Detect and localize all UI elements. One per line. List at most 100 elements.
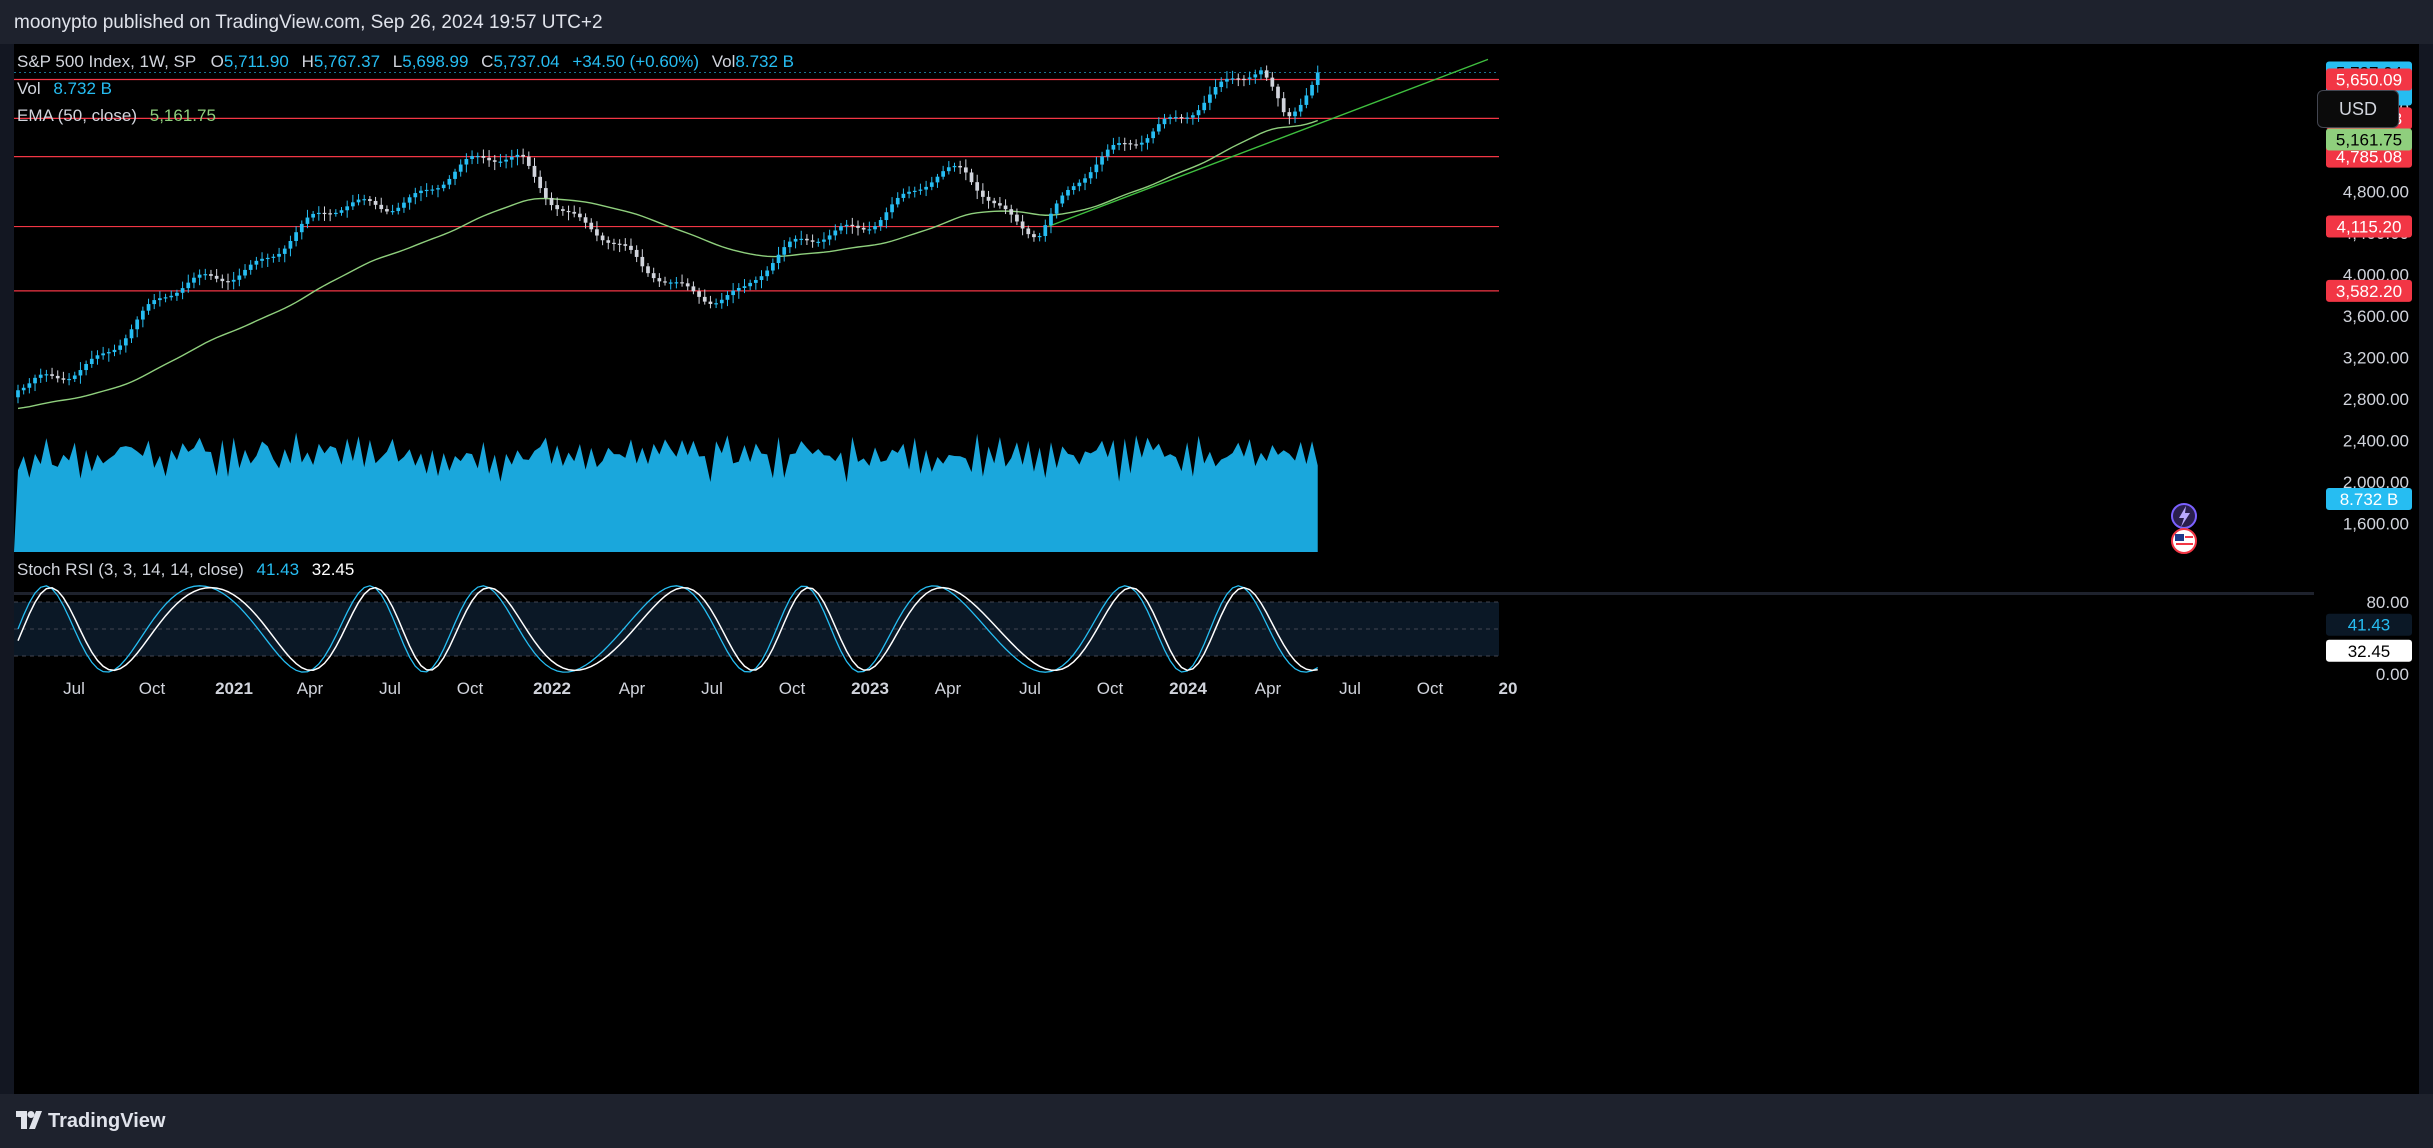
candle-body	[844, 224, 849, 227]
candle-body	[1304, 95, 1309, 105]
candle-body	[799, 238, 804, 241]
legend-close-label: C	[481, 52, 493, 71]
legend-open-label: O	[211, 52, 224, 71]
time-axis-label: Apr	[935, 679, 962, 698]
time-axis-label: Oct	[139, 679, 166, 698]
candle-body	[345, 206, 350, 211]
time-axis-label: Jul	[379, 679, 401, 698]
lightning-icon[interactable]	[2171, 503, 2197, 529]
tradingview-logo-icon	[16, 1111, 42, 1129]
candle-body	[583, 217, 588, 223]
candle-body	[504, 159, 508, 162]
footer-brand[interactable]: TradingView	[16, 1110, 165, 1133]
candle-body	[33, 377, 37, 384]
stoch-rsi-pane	[14, 585, 1499, 673]
candle-body	[89, 358, 94, 365]
candle-body	[152, 300, 157, 305]
candle-body	[1173, 117, 1178, 119]
candle-body	[1037, 235, 1042, 238]
time-axis-label: Jul	[63, 679, 85, 698]
candle-body	[21, 387, 26, 391]
candle-body	[265, 257, 270, 260]
time-axis-label: Oct	[457, 679, 484, 698]
candle-body	[606, 240, 611, 243]
candle-body	[322, 212, 327, 215]
candle-body	[1259, 70, 1263, 75]
candle-body	[1236, 78, 1241, 80]
candle-body	[260, 258, 264, 261]
candle-body	[78, 370, 83, 376]
legend-ema-label: EMA (50, close)	[17, 106, 137, 125]
candle-body	[1054, 203, 1059, 214]
candle-body	[634, 249, 639, 257]
candle-body	[95, 355, 100, 359]
time-axis-label: Oct	[1417, 679, 1444, 698]
candle-body	[424, 189, 429, 192]
candle-body	[753, 280, 758, 283]
candle-body	[935, 176, 940, 183]
us-flag-icon[interactable]	[2171, 528, 2197, 554]
stoch-axis-label: 80.00	[2366, 593, 2409, 612]
candle-body	[1066, 189, 1070, 196]
legend-symbol: S&P 500 Index, 1W, SP	[17, 52, 196, 71]
candle-body	[674, 282, 679, 284]
candle-body	[1168, 117, 1173, 119]
legend-low: 5,698.99	[402, 52, 468, 71]
chart-canvas[interactable]: 6,000.005,600.005,200.004,800.004,400.00…	[14, 44, 2419, 1094]
candle-body	[782, 247, 787, 255]
candle-body	[657, 278, 662, 282]
price-axis-label: 3,600.00	[2343, 307, 2409, 326]
candle-body	[16, 390, 20, 398]
time-axis-label: Apr	[619, 679, 646, 698]
candle-body	[475, 155, 480, 158]
candle-body	[651, 273, 656, 279]
candle-body	[1077, 182, 1082, 187]
candle-body	[1111, 144, 1116, 150]
candle-body	[373, 200, 378, 205]
candle-body	[1032, 234, 1036, 238]
candle-body	[736, 288, 741, 291]
legend-change: +34.50 (+0.60%)	[572, 52, 699, 71]
candle-body	[561, 209, 565, 211]
price-axis-label: 3,200.00	[2343, 349, 2409, 368]
candle-body	[55, 375, 60, 379]
candle-body	[839, 226, 843, 231]
currency-button[interactable]: USD	[2317, 90, 2399, 128]
candle-body	[1298, 104, 1303, 112]
candle-body	[538, 176, 543, 189]
candle-body	[254, 260, 259, 265]
candle-body	[1230, 78, 1235, 80]
time-axis-label: Apr	[297, 679, 324, 698]
candle-body	[742, 286, 747, 289]
candle-body	[487, 157, 491, 161]
candle-body	[288, 240, 293, 249]
candle-body	[169, 295, 174, 298]
chart-area[interactable]: 6,000.005,600.005,200.004,800.004,400.00…	[14, 44, 2419, 1094]
candle-body	[379, 204, 384, 210]
time-axis-label: 2022	[533, 679, 571, 698]
candle-body	[890, 204, 894, 213]
candle-body	[1253, 74, 1258, 78]
candle-body	[294, 232, 298, 241]
candle-body	[226, 281, 230, 283]
candle-body	[339, 210, 344, 213]
candle-body	[123, 338, 128, 346]
legend-vol-row-value: 8.732 B	[53, 79, 112, 98]
candle-body	[175, 292, 179, 296]
price-axis-label: 1,600.00	[2343, 515, 2409, 534]
candle-body	[992, 200, 997, 204]
candle-body	[907, 191, 911, 194]
candle-body	[1105, 149, 1110, 157]
candle-body	[572, 211, 577, 214]
candle-body	[549, 197, 554, 206]
svg-text:Vol 8.732 B: Vol 8.732 B	[17, 79, 112, 98]
candle-body	[1134, 144, 1138, 146]
candle-body	[600, 235, 605, 241]
footer-brand-label: TradingView	[48, 1110, 166, 1132]
time-axis-label: Jul	[1339, 679, 1361, 698]
candle-body	[72, 375, 77, 379]
candle-body	[1088, 172, 1093, 179]
candle-body	[702, 296, 707, 302]
candle-body	[84, 364, 88, 371]
candle-body	[1270, 77, 1275, 87]
